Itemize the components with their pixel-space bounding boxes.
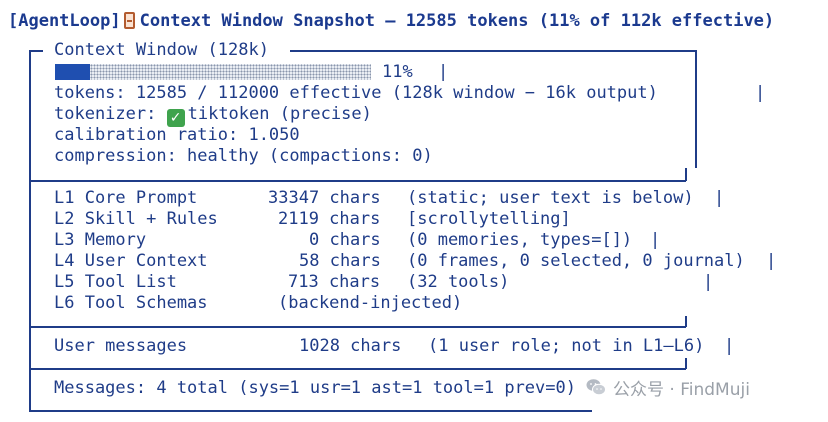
layer-chars: 0 chars (309, 230, 381, 250)
layer-chars: 2119 chars (278, 209, 381, 229)
row-end: | (703, 272, 714, 292)
divider-2-tick (685, 316, 687, 327)
snapshot-header: [AgentLoop] Context Window Snapshot — 125… (8, 10, 774, 32)
tokenizer-line: tokenizer: ✓ tiktoken (precise) (54, 104, 372, 127)
panel-border-bottom (29, 410, 592, 412)
wechat-logo-icon (586, 379, 606, 396)
layer-name: L6 Tool Schemas (54, 293, 208, 313)
layer-name: L2 Skill + Rules (54, 209, 218, 229)
calibration-line: calibration ratio: 1.050 (54, 125, 300, 145)
layer-note: (static; user text is below) (407, 188, 694, 208)
panel-border-top-left (29, 50, 43, 52)
layer-chars: 713 chars (288, 272, 381, 292)
divider-3-tick (685, 358, 687, 369)
row-end: | (650, 230, 661, 250)
row-end: | (714, 188, 725, 208)
header-title: Context Window Snapshot — 12585 tokens (… (139, 11, 775, 31)
usage-row-end: | (438, 62, 449, 82)
messages-summary: Messages: 4 total (sys=1 usr=1 ast=1 too… (54, 378, 576, 398)
layer-note: (0 frames, 0 selected, 0 journal) (407, 251, 745, 271)
section-divider-3 (29, 368, 686, 370)
layer-chars: 33347 chars (268, 188, 381, 208)
panel-border-top-right (290, 50, 696, 52)
user-messages-note: (1 user role; not in L1–L6) (428, 336, 705, 356)
divider-1-tick (685, 168, 687, 181)
tokenizer-label: tokenizer: (54, 104, 157, 124)
usage-bar (55, 64, 371, 80)
layer-note: (0 memories, types=[]) (407, 230, 633, 250)
compression-line: compression: healthy (compactions: 0) (54, 146, 433, 166)
panel-border-right (695, 50, 697, 168)
usage-bar-remaining (89, 64, 371, 80)
user-messages-label: User messages (54, 336, 188, 356)
agentloop-tag: [AgentLoop] (8, 11, 121, 31)
row-end: | (766, 251, 777, 271)
layer-note: (backend-injected) (278, 293, 463, 313)
panel-border-left (29, 50, 31, 411)
section-divider-1 (29, 180, 686, 182)
layer-note: (32 tools) (407, 272, 510, 292)
tokens-line: tokens: 12585 / 112000 effective (128k w… (54, 83, 658, 103)
layer-name: L4 User Context (54, 251, 208, 271)
layer-name: L5 Tool List (54, 272, 177, 292)
layer-name: L3 Memory (54, 230, 147, 250)
usage-bar-fill (55, 64, 90, 80)
tokens-row-end: | (755, 83, 766, 103)
layer-chars: 58 chars (299, 251, 381, 271)
user-messages-chars: 1028 chars (299, 336, 402, 356)
watermark-text: 公众号 · FindMuji (613, 379, 750, 400)
section-divider-2 (29, 326, 686, 328)
row-end: | (724, 336, 735, 356)
tokenizer-value: tiktoken (precise) (187, 104, 372, 124)
layer-note: [scrollytelling] (407, 209, 571, 229)
notebook-icon (123, 12, 135, 29)
usage-percent: 11% (382, 62, 413, 82)
panel-title: Context Window (128k) (54, 40, 269, 60)
layer-name: L1 Core Prompt (54, 188, 198, 208)
watermark: 公众号 · FindMuji (585, 374, 750, 400)
